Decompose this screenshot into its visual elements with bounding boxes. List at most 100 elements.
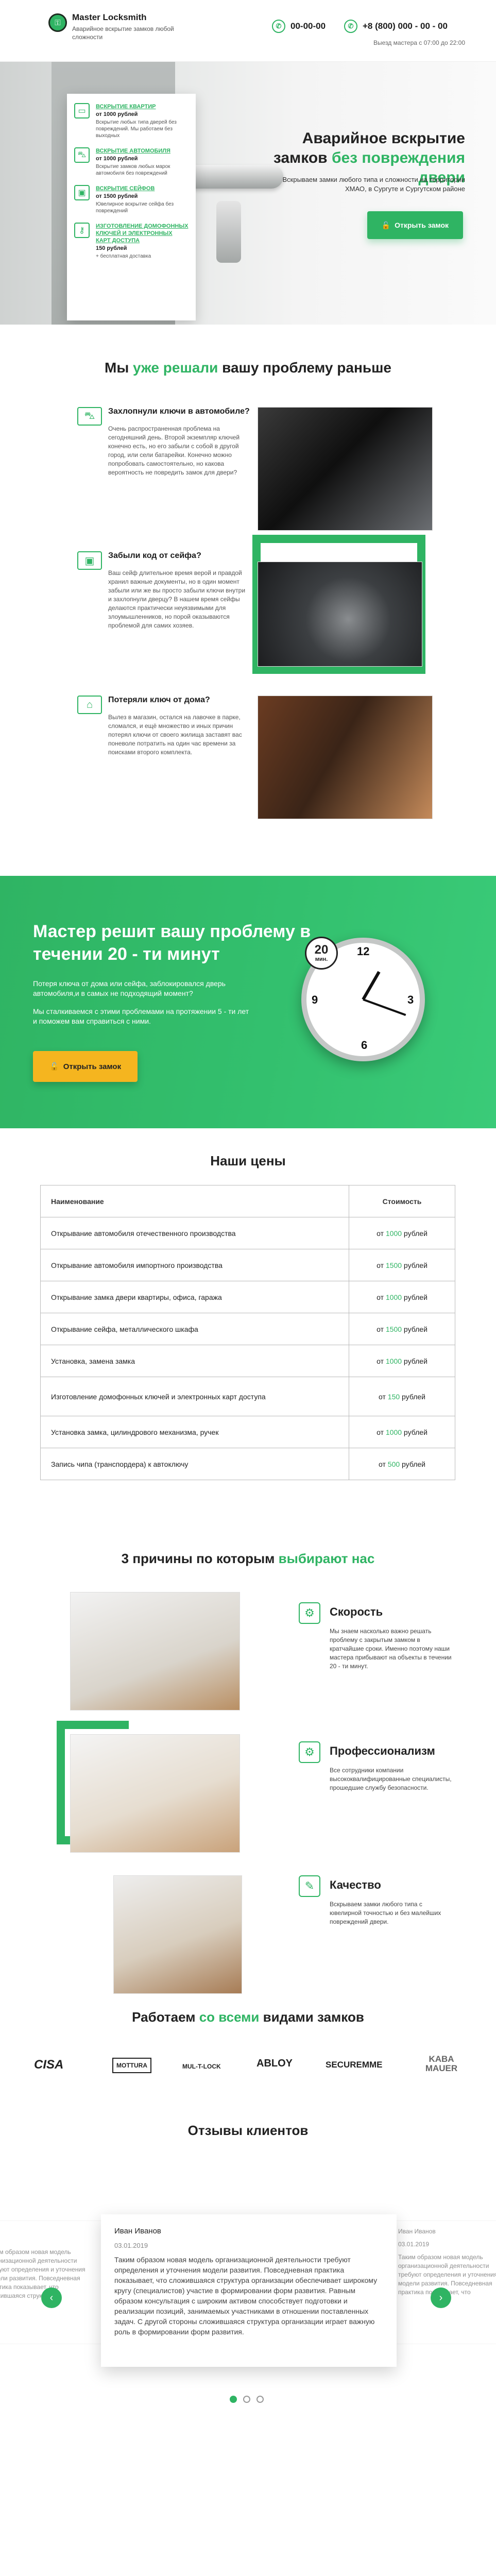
table-row: Установка замка, цилиндрового механизма,… [40,1416,455,1448]
open-lock-button[interactable]: 🔓 Открыть замок [367,211,463,239]
brand-multlock-logo: MUL-T-LOCK [182,2063,221,2070]
quality-icon: ✎ [299,1875,320,1897]
service-title[interactable]: Вскрытие квартир [96,103,189,110]
problems-title-part: вашу проблему раньше [218,360,391,376]
review-text: Таким образом новая модель организационн… [114,2256,378,2336]
brands-title-accent: со всеми [199,2009,260,2025]
col-name-header: Наименование [40,1185,349,1217]
visit-hours: Выезд мастера с 07:00 до 22:00 [373,39,465,46]
phone-local-number[interactable]: 00-00-00 [290,21,326,31]
service-price: от 1000 рублей [349,1217,455,1249]
car-door-photo [258,407,433,531]
lock-photo [216,201,241,263]
worker-door-photo [70,1734,240,1853]
reason-title: Скорость [330,1605,383,1618]
service-item[interactable]: ▣ Вскрытие сейфов от 1500 рублей Ювелирн… [74,185,189,214]
master-text-1: Потеря ключа от дома или сейфа, заблокир… [33,979,226,997]
logo-title[interactable]: Master Locksmith [72,12,147,23]
service-title[interactable]: Вскрытие автомобиля [96,147,189,155]
service-price: 150 рублей [96,245,127,251]
review-card: Иван Иванов 03.01.2019 Таким образом нов… [101,2214,397,2367]
table-row: Открывание автомобиля отечественного про… [40,1217,455,1249]
slider-dot-active[interactable] [230,2396,237,2403]
phone-icon: ✆ [272,20,285,33]
gears-icon: ⚙ [299,1741,320,1763]
door-icon: ▭ [74,103,90,118]
service-item[interactable]: ▭ Вскрытие квартир от 1000 рублей Вскрыт… [74,103,189,139]
service-name: Открывание замка двери квартиры, офиса, … [40,1281,349,1313]
table-row: Изготовление домофонных ключей и электро… [40,1377,455,1416]
next-review-button[interactable]: › [431,2287,451,2308]
table-row: Запись чипа (транспордера) к автоключу от… [40,1448,455,1480]
price-pre: от [377,1229,386,1238]
brand-kaba-logo: KABA MAUER [425,2054,458,2073]
service-item[interactable]: ⛍ Вскрытие автомобиля от 1000 рублей Вск… [74,147,189,177]
brand-abloy-logo: ABLOY [256,2058,293,2069]
service-price: от 150 рублей [349,1377,455,1416]
hero-title-part: замков [273,149,332,166]
logo-subtitle: Аварийное вскрытие замков любой сложност… [72,25,174,41]
service-price: от 1000 рублей [96,111,138,117]
safe-icon: ▣ [77,551,102,570]
service-name: Установка, замена замка [40,1345,349,1377]
service-price: от 1500 рублей [349,1313,455,1345]
service-text: Вскрытие замков любых марок автомобиля б… [96,164,170,176]
service-title[interactable]: Изготовление домофонных ключей и электро… [96,223,189,244]
phone-free-number[interactable]: +8 (800) 000 - 00 - 00 [363,21,448,31]
review-card-prev: Таким образом новая модель организационн… [0,2221,103,2344]
prev-review-button[interactable]: ‹ [41,2287,62,2308]
price-value: 1000 [385,1293,402,1301]
review-date: 03.01.2019 [114,2242,148,2249]
phone-free[interactable]: ✆ +8 (800) 000 - 00 - 00 [344,20,448,33]
site-header: ⚿ Master Locksmith Аварийное вскрытие за… [0,0,496,62]
service-name: Изготовление домофонных ключей и электро… [40,1377,349,1416]
clock-numeral: 9 [312,993,318,1006]
price-post: рублей [402,1357,427,1365]
service-name: Запись чипа (транспордера) к автоключу [40,1448,349,1480]
safe-photo [258,562,422,667]
phone-local[interactable]: ✆ 00-00-00 [272,20,326,33]
lock-icon: 🔓 [49,1062,59,1071]
service-name: Открывание автомобиля импортного произво… [40,1249,349,1281]
phone-icon: ✆ [344,20,357,33]
review-name: Иван Иванов [114,2227,161,2235]
reason-text: Все сотрудники компании высококвалифицир… [330,1767,452,1791]
reviews-section: Отзывы клиентов Таким образом новая моде… [0,2102,496,2576]
reason-title: Профессионализм [330,1744,435,1757]
price-pre: от [377,1261,386,1269]
open-lock-label: Открыть замок [395,221,449,229]
col-price-header: Стоимость [349,1185,455,1217]
price-pre: от [377,1293,386,1301]
logo-lock-icon[interactable]: ⚿ [48,13,67,32]
price-value: 1000 [385,1428,402,1436]
hour-hand [362,971,381,1001]
hero-title-line1: Аварийное вскрытие [302,130,465,147]
service-name: Открывание автомобиля отечественного про… [40,1217,349,1249]
service-text: Ювелирное вскрытие сейфа без повреждений [96,201,174,214]
safe-icon: ▣ [74,185,90,200]
slider-dot[interactable] [243,2396,250,2403]
slider-dot[interactable] [256,2396,264,2403]
open-lock-button[interactable]: 🔓 Открыть замок [33,1051,138,1082]
service-title[interactable]: Вскрытие сейфов [96,185,189,192]
problem-car: ⛍ Захлопнули ключи в автомобиле? Очень р… [77,407,433,536]
service-price: от 1000 рублей [96,156,138,162]
problems-title-accent: уже решали [133,360,218,376]
service-item[interactable]: ⚷ Изготовление домофонных ключей и элект… [74,223,189,260]
lock-icon: 🔓 [381,221,391,229]
price-post: рублей [402,1229,427,1238]
table-row: Открывание замка двери квартиры, офиса, … [40,1281,455,1313]
table-header: Наименование Стоимость [40,1185,455,1217]
service-text: Вскрытие любых типа дверей без поврежден… [96,120,177,139]
time-badge-number: 20 [314,943,329,957]
price-value: 1000 [385,1229,402,1238]
car-icon: ⛍ [77,407,102,426]
hero-text: Вскрываем замки любого типа и сложности … [282,176,466,193]
reasons-title: 3 причины по которым выбирают нас [0,1551,496,1567]
reasons-section: 3 причины по которым выбирают нас ⚙ Скор… [0,1551,496,2009]
price-post: рублей [402,1293,427,1301]
brand-securemme-logo: SECUREMME [326,2060,383,2070]
reason-text: Мы знаем насколько важно решать проблему… [330,1628,452,1670]
problem-title: Забыли код от сейфа? [108,551,201,560]
problems-title-part: Мы [105,360,133,376]
